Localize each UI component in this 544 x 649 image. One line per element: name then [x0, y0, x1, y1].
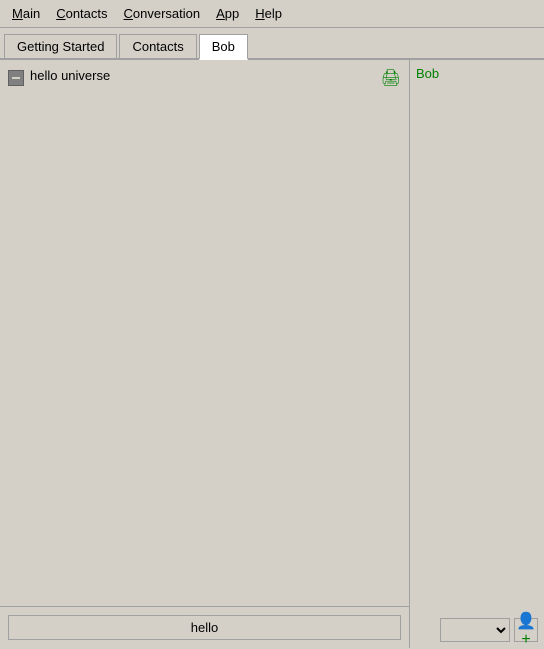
message-row: hello universe 🖨 [8, 68, 401, 88]
message-input[interactable] [8, 615, 401, 640]
menu-conversation[interactable]: Conversation [116, 4, 209, 23]
tab-getting-started[interactable]: Getting Started [4, 34, 117, 58]
tab-bob[interactable]: Bob [199, 34, 248, 60]
left-panel: hello universe 🖨 [0, 60, 410, 648]
input-area [0, 606, 409, 648]
menu-app[interactable]: App [208, 4, 247, 23]
status-dropdown[interactable]: Available Away Busy [440, 618, 510, 642]
right-panel-bottom: Available Away Busy 👤+ [416, 618, 538, 642]
main-content: hello universe 🖨 Bob Available Away Busy… [0, 60, 544, 648]
tabs-bar: Getting Started Contacts Bob [0, 28, 544, 60]
right-panel: Bob Available Away Busy 👤+ [410, 60, 544, 648]
add-contact-icon: 👤+ [515, 611, 537, 649]
right-panel-spacer [416, 89, 538, 618]
contact-name: Bob [416, 66, 538, 81]
send-icon[interactable]: 🖨 [381, 68, 401, 88]
chat-area: hello universe 🖨 [0, 60, 409, 606]
add-contact-button[interactable]: 👤+ [514, 618, 538, 642]
menu-help[interactable]: Help [247, 4, 290, 23]
menu-main[interactable]: Main [4, 4, 48, 23]
menu-bar: Main Contacts Conversation App Help [0, 0, 544, 28]
menu-contacts[interactable]: Contacts [48, 4, 115, 23]
tab-contacts[interactable]: Contacts [119, 34, 196, 58]
message-status-icon [8, 70, 24, 86]
message-text: hello universe [30, 68, 110, 83]
